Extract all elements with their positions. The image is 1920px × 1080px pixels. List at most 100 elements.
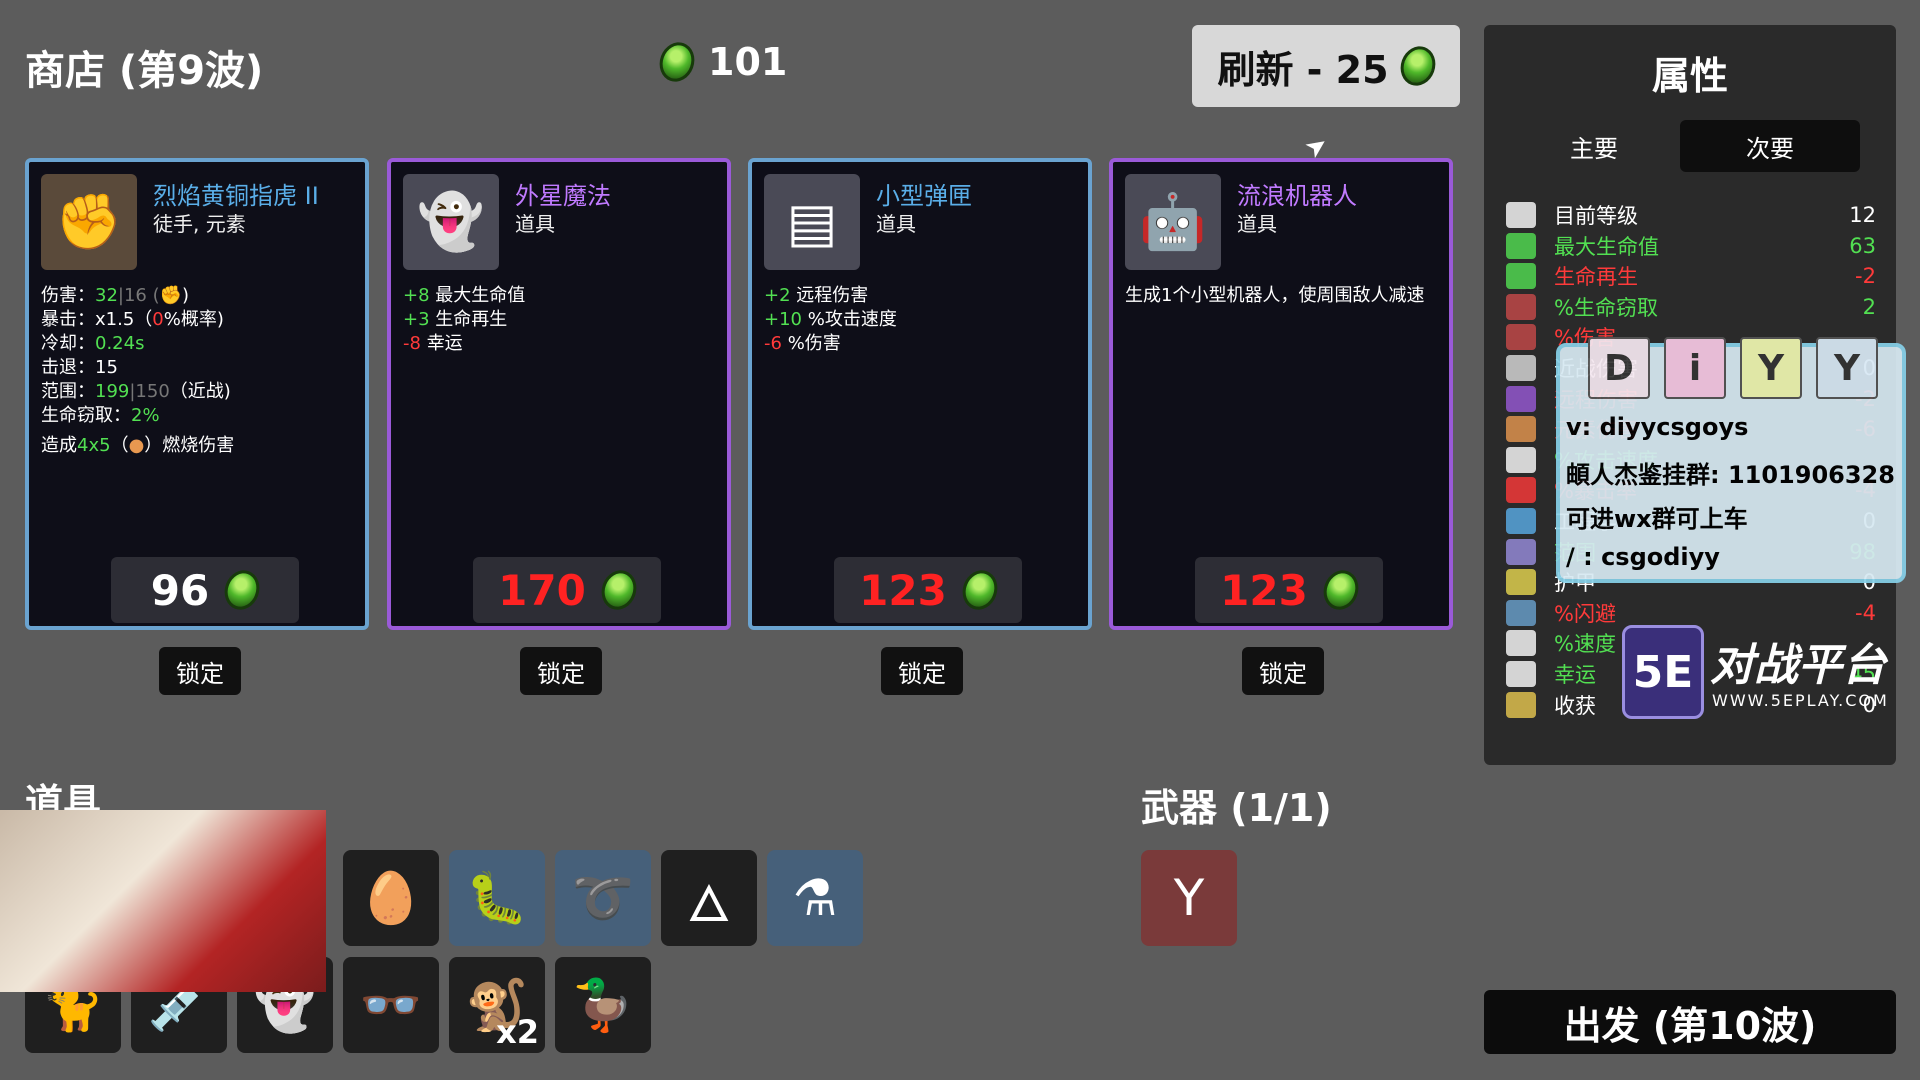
card-type: 道具: [515, 212, 555, 236]
stat-icon: [1506, 263, 1536, 290]
lock-button-4[interactable]: 锁定: [1242, 647, 1324, 695]
wx-group-line: 可进wx群可上车: [1566, 505, 1748, 533]
stat-label: 生命再生: [1554, 265, 1638, 290]
wechat-line: v: diyycsgoys: [1566, 413, 1749, 441]
shop-title: 商店 (第9波): [25, 48, 264, 94]
stat-row[interactable]: 目前等级 12: [1506, 200, 1876, 230]
go-button[interactable]: 出发 (第10波): [1484, 990, 1896, 1054]
stat-label: %速度: [1554, 632, 1616, 657]
5e-logo-icon: 5E: [1622, 625, 1704, 719]
tag-d: D: [1588, 337, 1650, 399]
material-coin-icon: [957, 565, 1003, 615]
stat-icon: [1506, 385, 1536, 412]
qq-group-line: 頔人杰鉴挂群: 1101906328: [1566, 461, 1895, 489]
stat-row[interactable]: 最大生命值 63: [1506, 231, 1876, 261]
stat-icon: [1506, 324, 1536, 351]
refresh-label: 刷新 - 25: [1217, 47, 1389, 92]
stat-row[interactable]: 生命再生 -2: [1506, 261, 1876, 291]
item-worm-icon[interactable]: 🐛: [449, 850, 545, 946]
refresh-button[interactable]: 刷新 - 25: [1192, 25, 1460, 107]
stats-title: 属性: [1651, 54, 1728, 98]
fist-small-icon: ✊: [159, 285, 183, 306]
lock-button-3[interactable]: 锁定: [881, 647, 963, 695]
card-description: 生成1个小型机器人，使周围敌人减速: [1125, 285, 1425, 306]
stat-label: 最大生命值: [1554, 234, 1659, 259]
lock-button-1[interactable]: 锁定: [159, 647, 241, 695]
stat-icon: [1506, 630, 1536, 657]
stat-value: 12: [1849, 203, 1876, 227]
stat-icon: [1506, 232, 1536, 259]
weapons-title: 武器 (1/1): [1141, 786, 1332, 830]
money-value: 101: [708, 40, 788, 84]
stat-icon: [1506, 538, 1536, 565]
tag-i: i: [1664, 337, 1726, 399]
shop-card-3[interactable]: ▤ 小型弹匣 道具 +2 远程伤害 +10 %攻击速度 -6 %伤害 123: [748, 158, 1092, 630]
magazine-icon: ▤: [764, 174, 860, 270]
price-tag[interactable]: 123: [834, 557, 1022, 623]
shop-card-2[interactable]: 👻 外星魔法 道具 +8 最大生命值 +3 生命再生 -8 幸运 170: [387, 158, 731, 630]
item-monkey-icon[interactable]: 🐒 x2: [449, 957, 545, 1053]
watermark-url: WWW.5EPLAY.COM: [1712, 691, 1889, 710]
stat-icon: [1506, 446, 1536, 473]
stat-row[interactable]: %生命窃取 2: [1506, 292, 1876, 322]
material-coin-icon: [654, 37, 700, 87]
stack-count: x2: [496, 1013, 539, 1051]
webcam-overlay: [0, 810, 326, 992]
stat-label: 收获: [1554, 693, 1596, 718]
watermark-slogan: 对战平台: [1710, 640, 1886, 691]
card-name: 流浪机器人: [1237, 182, 1357, 210]
streamer-info-overlay: D i Y Y v: diyycsgoys 頔人杰鉴挂群: 1101906328…: [1556, 337, 1906, 583]
card-type: 徒手, 元素: [153, 212, 246, 236]
tab-primary[interactable]: 主要: [1504, 120, 1684, 172]
stat-icon: [1506, 416, 1536, 443]
tab-secondary[interactable]: 次要: [1680, 120, 1860, 172]
stat-icon: [1506, 508, 1536, 534]
price-tag[interactable]: 96: [111, 557, 299, 623]
stat-icon: [1506, 599, 1536, 626]
robot-icon: 🤖: [1125, 174, 1221, 270]
card-name: 烈焰黄铜指虎 II: [153, 182, 319, 210]
stat-label: 幸运: [1554, 663, 1596, 687]
card-type: 道具: [876, 212, 916, 236]
tag-y2: Y: [1816, 337, 1878, 399]
item-egg-icon[interactable]: 🥚: [343, 850, 439, 946]
card-stats: 伤害：32|16 (✊) 暴击：x1.5（0%概率) 冷却：0.24s 击退：1…: [41, 285, 235, 456]
alien-ghost-icon: 👻: [403, 174, 499, 270]
item-duck-icon[interactable]: 🦆: [555, 957, 651, 1053]
tag-y1: Y: [1740, 337, 1802, 399]
stat-icon: [1506, 691, 1536, 718]
stat-value: -2: [1855, 264, 1876, 289]
item-glasses-icon[interactable]: 👓: [343, 957, 439, 1053]
stat-label: %闪避: [1554, 601, 1616, 626]
material-coin-icon: [219, 565, 266, 615]
weapon-slingshot-icon[interactable]: Y: [1141, 850, 1237, 946]
item-scythe-icon[interactable]: 🜂: [661, 850, 757, 946]
fire-fist-icon: ✊: [41, 174, 137, 270]
stat-label: 目前等级: [1554, 204, 1638, 228]
shop-card-4[interactable]: 🤖 流浪机器人 道具 生成1个小型机器人，使周围敌人减速 123: [1109, 158, 1453, 630]
card-type: 道具: [1237, 212, 1277, 236]
item-pendant-icon[interactable]: ➰: [555, 850, 651, 946]
stat-icon: [1506, 569, 1536, 596]
stat-label: %生命窃取: [1554, 295, 1658, 320]
stat-icon: [1506, 355, 1536, 381]
card-effects: +8 最大生命值 +3 生命再生 -8 幸运: [403, 285, 526, 354]
lock-button-2[interactable]: 锁定: [520, 647, 602, 695]
shop-card-1[interactable]: ✊ 烈焰黄铜指虎 II 徒手, 元素 伤害：32|16 (✊) 暴击：x1.5（…: [25, 158, 369, 630]
item-potion-icon[interactable]: ⚗: [767, 850, 863, 946]
stat-icon: [1506, 661, 1536, 687]
stat-icon: [1506, 293, 1536, 320]
stat-icon: [1506, 477, 1536, 504]
price-tag[interactable]: 170: [473, 557, 661, 623]
material-coin-icon: [596, 565, 642, 615]
stat-icon: [1506, 202, 1536, 228]
card-name: 小型弹匣: [876, 182, 972, 210]
stat-value: 63: [1849, 233, 1876, 258]
material-coin-icon: [1394, 41, 1441, 91]
card-name: 外星魔法: [515, 182, 611, 210]
price-tag[interactable]: 123: [1195, 557, 1383, 623]
stat-value: 2: [1862, 294, 1876, 319]
money-display: 101: [654, 37, 788, 87]
card-effects: +2 远程伤害 +10 %攻击速度 -6 %伤害: [764, 285, 897, 354]
watermark-5e: 5E 对战平台 WWW.5EPLAY.COM: [1622, 615, 1902, 725]
